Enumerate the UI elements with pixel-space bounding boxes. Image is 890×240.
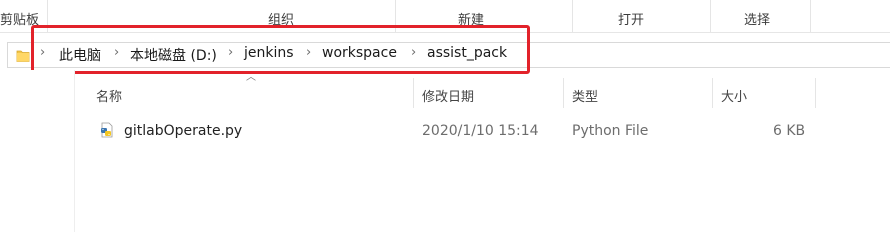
file-row[interactable]: gitlabOperate.py 2020/1/10 15:14 Python … xyxy=(0,121,890,143)
column-separator[interactable] xyxy=(413,78,414,108)
sort-caret-icon: ︿ xyxy=(246,72,256,83)
file-modified: 2020/1/10 15:14 xyxy=(422,123,539,139)
file-type: Python File xyxy=(572,123,649,139)
folder-icon xyxy=(16,50,30,62)
ribbon-group-select: 选择 xyxy=(744,13,771,28)
ribbon-separator xyxy=(810,0,811,32)
column-separator[interactable] xyxy=(563,78,564,108)
ribbon-separator xyxy=(710,0,711,32)
column-header-type[interactable]: 类型 xyxy=(572,86,598,105)
file-size: 6 KB xyxy=(773,123,806,139)
highlight-annotation xyxy=(31,25,530,74)
column-header-name[interactable]: 名称 xyxy=(96,86,122,105)
column-separator[interactable] xyxy=(815,78,816,108)
navigation-pane[interactable] xyxy=(0,70,75,232)
file-name[interactable]: gitlabOperate.py xyxy=(124,123,242,139)
ribbon-separator xyxy=(572,0,573,32)
column-separator[interactable] xyxy=(712,78,713,108)
column-header-modified[interactable]: 修改日期 xyxy=(422,86,474,105)
column-header-size[interactable]: 大小 xyxy=(721,86,747,105)
ribbon-group-open: 打开 xyxy=(618,13,645,28)
